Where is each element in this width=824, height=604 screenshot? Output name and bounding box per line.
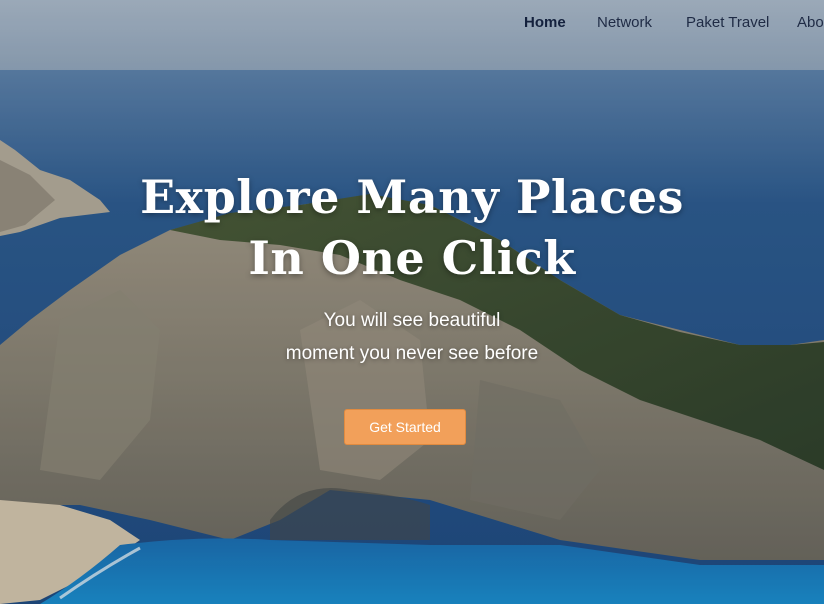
nav-item-network[interactable]: Network bbox=[597, 14, 652, 31]
hero-subtitle-line-2: moment you never see before bbox=[285, 343, 539, 364]
get-started-button[interactable]: Get Started bbox=[344, 409, 466, 445]
hero-subtitle-line-1: You will see beautiful bbox=[323, 310, 501, 331]
nav-item-about[interactable]: About bbox=[797, 14, 824, 31]
hero-title-line-1: Explore Many Places bbox=[140, 170, 684, 224]
hero-title-line-2: In One Click bbox=[248, 231, 576, 285]
nav-item-home[interactable]: Home bbox=[524, 14, 566, 31]
nav-item-paket-travel[interactable]: Paket Travel bbox=[686, 14, 769, 31]
hero-section bbox=[0, 0, 824, 604]
top-navigation: Home Network Paket Travel About bbox=[0, 0, 824, 46]
hero-overlay bbox=[0, 0, 824, 604]
